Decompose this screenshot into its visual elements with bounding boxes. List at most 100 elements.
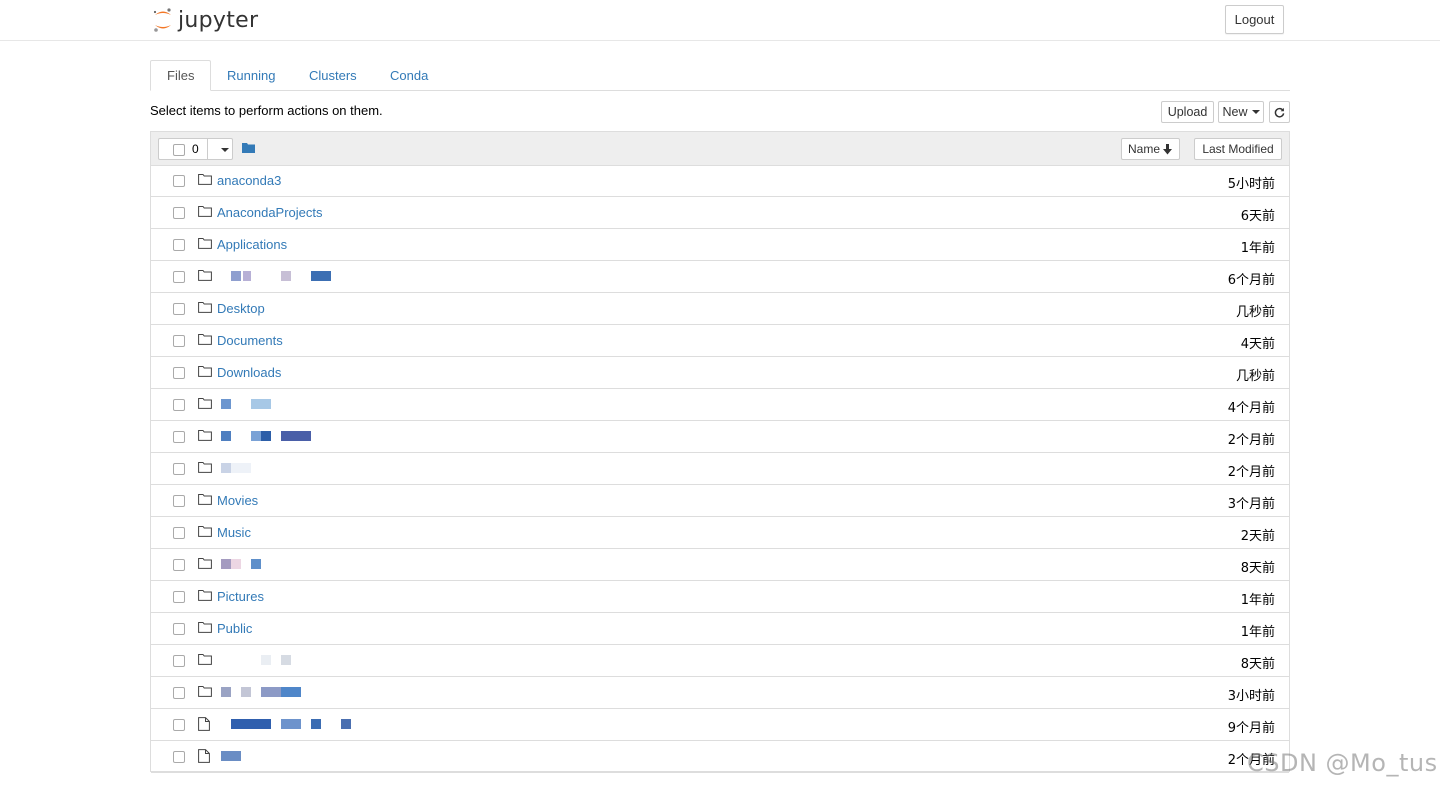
item-name-link[interactable]: anaconda3 bbox=[217, 173, 281, 188]
item-name-link[interactable] bbox=[201, 559, 381, 571]
item-name-link[interactable] bbox=[201, 751, 381, 763]
redacted-block bbox=[281, 687, 301, 697]
select-all-checkbox[interactable] bbox=[173, 144, 185, 156]
item-name-link[interactable] bbox=[201, 463, 381, 475]
item-name-link[interactable]: Downloads bbox=[217, 365, 281, 380]
redacted-block bbox=[251, 431, 261, 441]
item-checkbox[interactable] bbox=[173, 239, 185, 251]
list-item[interactable]: 2个月前 bbox=[151, 741, 1289, 773]
folder-icon bbox=[198, 205, 212, 220]
item-checkbox[interactable] bbox=[173, 463, 185, 475]
list-item[interactable]: Documents 4天前 bbox=[151, 325, 1289, 357]
list-item[interactable]: Applications 1年前 bbox=[151, 229, 1289, 261]
selected-count: 0 bbox=[192, 142, 199, 156]
redacted-block bbox=[221, 431, 231, 441]
item-name-link[interactable] bbox=[201, 687, 381, 699]
tab-running[interactable]: Running bbox=[211, 60, 291, 90]
item-name-link[interactable] bbox=[201, 399, 381, 411]
item-checkbox[interactable] bbox=[173, 591, 185, 603]
redacted-block bbox=[231, 559, 241, 569]
tab-clusters[interactable]: Clusters bbox=[293, 60, 373, 90]
list-item[interactable]: 8天前 bbox=[151, 549, 1289, 581]
item-modified: 6个月前 bbox=[1227, 273, 1275, 288]
tab-files[interactable]: Files bbox=[150, 60, 212, 91]
item-modified: 4天前 bbox=[1240, 337, 1275, 352]
item-checkbox[interactable] bbox=[173, 687, 185, 699]
item-modified: 1年前 bbox=[1240, 241, 1275, 256]
jupyter-logo[interactable]: jupyter bbox=[152, 4, 258, 36]
list-item[interactable]: 9个月前 bbox=[151, 709, 1289, 741]
list-item[interactable]: Movies 3个月前 bbox=[151, 485, 1289, 517]
list-item[interactable]: Music 2天前 bbox=[151, 517, 1289, 549]
refresh-button[interactable] bbox=[1269, 101, 1290, 123]
item-checkbox[interactable] bbox=[173, 431, 185, 443]
chevron-down-icon[interactable] bbox=[221, 148, 229, 152]
select-all-group[interactable]: 0 bbox=[158, 138, 233, 160]
item-checkbox[interactable] bbox=[173, 399, 185, 411]
item-checkbox[interactable] bbox=[173, 623, 185, 635]
list-item[interactable]: anaconda3 5小时前 bbox=[151, 165, 1289, 197]
upload-button[interactable]: Upload bbox=[1161, 101, 1214, 123]
list-item[interactable]: 3小时前 bbox=[151, 677, 1289, 709]
item-name-link[interactable] bbox=[201, 719, 381, 731]
item-checkbox[interactable] bbox=[173, 335, 185, 347]
sort-by-name-button[interactable]: Name bbox=[1121, 138, 1180, 160]
redacted-block bbox=[341, 719, 351, 729]
item-name-link[interactable]: Applications bbox=[217, 237, 287, 252]
item-checkbox[interactable] bbox=[173, 271, 185, 283]
redacted-block bbox=[231, 719, 271, 729]
item-modified: 5小时前 bbox=[1227, 177, 1275, 192]
item-checkbox[interactable] bbox=[173, 751, 185, 763]
item-name-link[interactable]: Music bbox=[217, 525, 251, 540]
item-name-link[interactable]: Movies bbox=[217, 493, 258, 508]
arrow-down-icon bbox=[1163, 143, 1172, 154]
item-checkbox[interactable] bbox=[173, 559, 185, 571]
item-checkbox[interactable] bbox=[173, 719, 185, 731]
redacted-block bbox=[281, 431, 311, 441]
item-checkbox[interactable] bbox=[173, 527, 185, 539]
sort-name-label: Name bbox=[1127, 142, 1160, 156]
item-modified: 几秒前 bbox=[1235, 305, 1275, 320]
list-item[interactable]: AnacondaProjects 6天前 bbox=[151, 197, 1289, 229]
item-name-link[interactable]: AnacondaProjects bbox=[217, 205, 323, 220]
redacted-block bbox=[311, 719, 321, 729]
redacted-block bbox=[221, 687, 231, 697]
list-item[interactable]: 4个月前 bbox=[151, 389, 1289, 421]
item-checkbox[interactable] bbox=[173, 303, 185, 315]
new-dropdown-button[interactable]: New bbox=[1218, 101, 1264, 123]
folder-icon bbox=[198, 365, 212, 380]
list-item[interactable]: Pictures 1年前 bbox=[151, 581, 1289, 613]
list-header: 0 Name Last Modified bbox=[151, 132, 1289, 166]
item-checkbox[interactable] bbox=[173, 207, 185, 219]
new-label: New bbox=[1222, 105, 1248, 119]
item-name-link[interactable] bbox=[201, 655, 381, 667]
list-item[interactable]: Public 1年前 bbox=[151, 613, 1289, 645]
list-item[interactable]: 2个月前 bbox=[151, 421, 1289, 453]
logout-button[interactable]: Logout bbox=[1225, 5, 1284, 34]
folder-icon bbox=[198, 301, 212, 316]
redacted-block bbox=[221, 399, 231, 409]
tab-conda[interactable]: Conda bbox=[374, 60, 444, 90]
item-name-link[interactable]: Desktop bbox=[217, 301, 265, 316]
item-checkbox[interactable] bbox=[173, 655, 185, 667]
item-name-link[interactable] bbox=[201, 431, 381, 443]
redacted-block bbox=[251, 559, 261, 569]
redacted-block bbox=[231, 271, 241, 281]
list-item[interactable]: 6个月前 bbox=[151, 261, 1289, 293]
item-name-link[interactable]: Public bbox=[217, 621, 252, 636]
item-checkbox[interactable] bbox=[173, 175, 185, 187]
item-checkbox[interactable] bbox=[173, 495, 185, 507]
item-modified: 9个月前 bbox=[1227, 721, 1275, 736]
item-checkbox[interactable] bbox=[173, 367, 185, 379]
item-name-link[interactable] bbox=[201, 271, 381, 283]
list-item[interactable]: 8天前 bbox=[151, 645, 1289, 677]
sort-by-modified-button[interactable]: Last Modified bbox=[1194, 138, 1282, 160]
folder-icon bbox=[198, 237, 212, 252]
list-item[interactable]: Desktop 几秒前 bbox=[151, 293, 1289, 325]
item-name-link[interactable]: Pictures bbox=[217, 589, 264, 604]
list-item[interactable]: 2个月前 bbox=[151, 453, 1289, 485]
item-name-link[interactable]: Documents bbox=[217, 333, 283, 348]
item-modified: 2个月前 bbox=[1227, 433, 1275, 448]
list-item[interactable]: Downloads 几秒前 bbox=[151, 357, 1289, 389]
home-folder-button[interactable] bbox=[242, 141, 255, 156]
